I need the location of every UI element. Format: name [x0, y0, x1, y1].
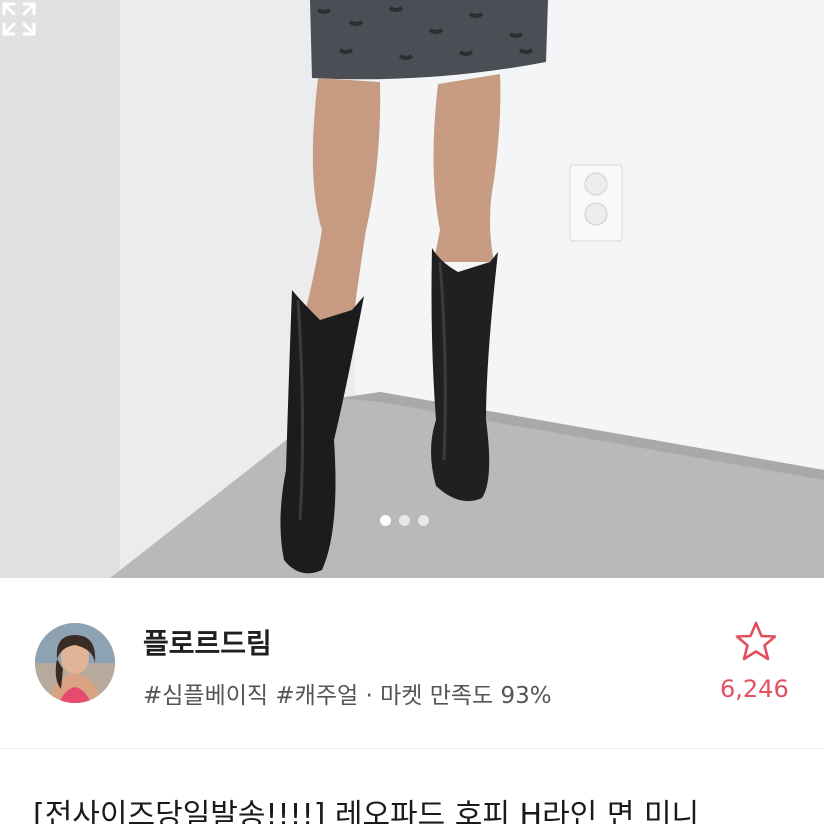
shop-info-row[interactable]: 플로르드림 #심플베이직 #캐주얼 · 마켓 만족도 93% 6,246 — [0, 578, 824, 748]
shop-name[interactable]: 플로르드림 — [143, 622, 272, 662]
section-divider — [0, 748, 824, 749]
pagination-dot-active[interactable] — [380, 515, 391, 526]
star-outline-icon[interactable] — [734, 620, 778, 664]
product-image[interactable] — [0, 0, 824, 578]
shop-avatar[interactable] — [35, 623, 115, 703]
product-title: [전사이즈당일발송!!!!] 레오파드 호피 H라인 면 미니 — [33, 798, 700, 824]
shop-tags: #심플베이직 #캐주얼 · 마켓 만족도 93% — [143, 683, 552, 709]
product-photo-illustration — [0, 0, 824, 578]
like-count: 6,246 — [720, 675, 789, 703]
gallery-pagination — [380, 515, 429, 526]
avatar-image — [35, 623, 115, 703]
pagination-dot[interactable] — [418, 515, 429, 526]
pagination-dot[interactable] — [399, 515, 410, 526]
expand-icon[interactable] — [0, 0, 38, 38]
